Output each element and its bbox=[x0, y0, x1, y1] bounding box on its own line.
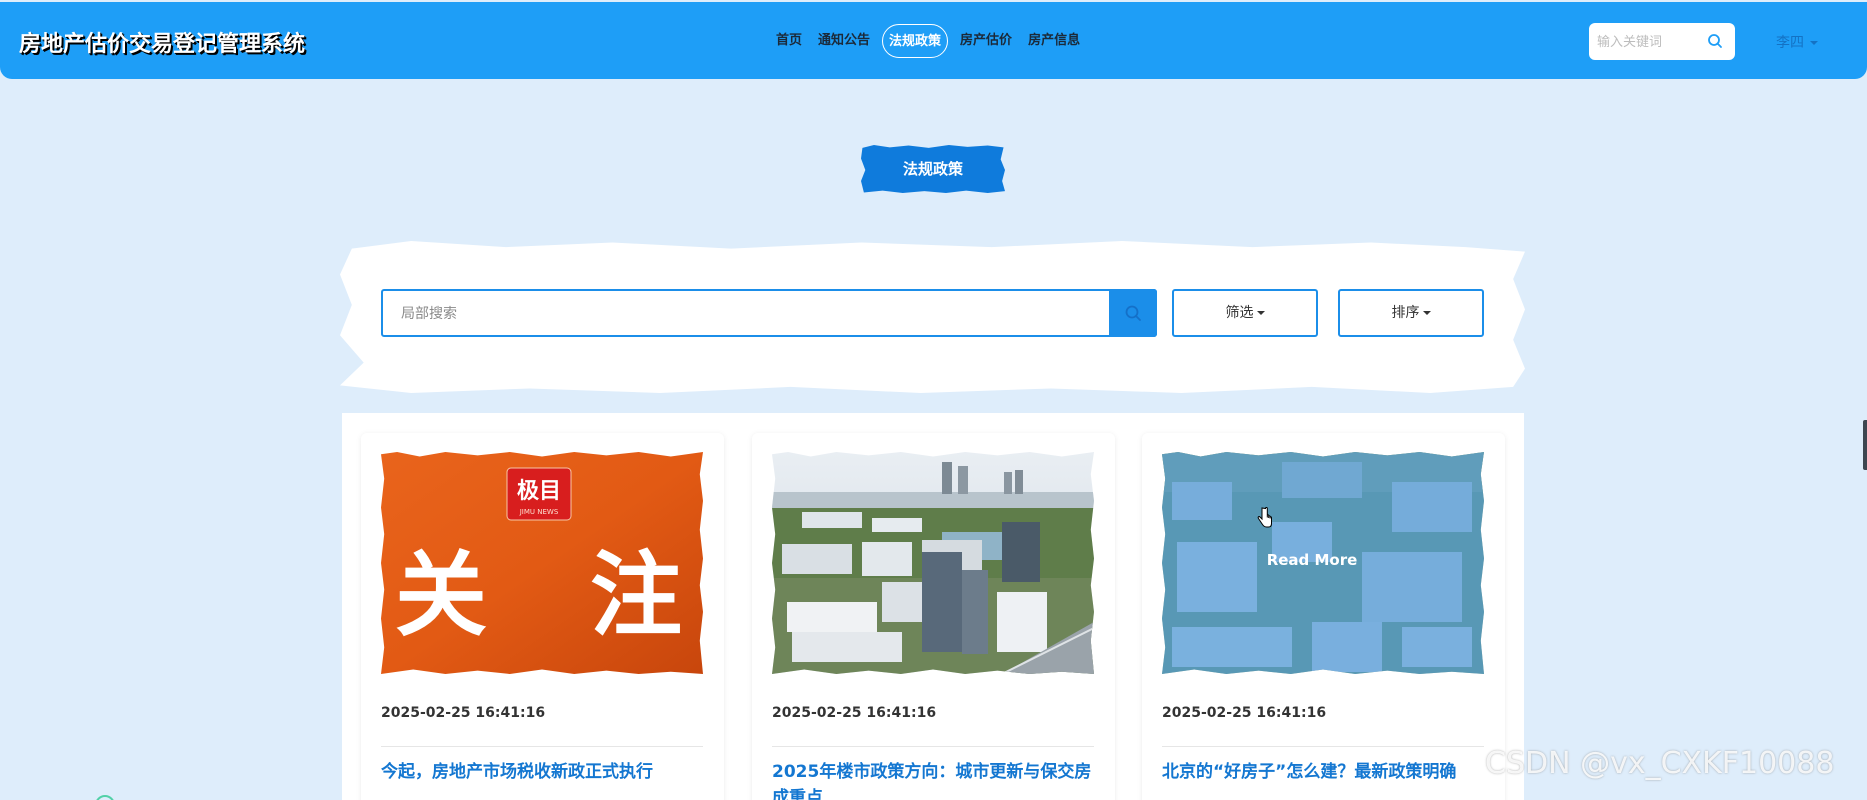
card-thumbnail[interactable]: 极目 JIMU NEWS 关 注 bbox=[381, 452, 703, 674]
user-menu[interactable]: 李四 bbox=[1776, 32, 1818, 52]
headline-char: 注 bbox=[590, 542, 682, 649]
local-search-button[interactable] bbox=[1109, 289, 1157, 337]
headline-char: 关 bbox=[395, 542, 487, 649]
floating-widget[interactable] bbox=[95, 795, 115, 800]
main-nav: 首页 通知公告 法规政策 房产估价 房产信息 bbox=[768, 24, 1088, 58]
section-title-badge: 法规政策 bbox=[861, 145, 1005, 193]
site-title[interactable]: 房地产估价交易登记管理系统 bbox=[19, 26, 305, 58]
nav-item-property-info[interactable]: 房产信息 bbox=[1020, 24, 1088, 58]
top-navbar: 房地产估价交易登记管理系统 首页 通知公告 法规政策 房产估价 房产信息 李四 bbox=[0, 2, 1867, 79]
search-icon bbox=[1125, 305, 1141, 321]
card-thumbnail[interactable] bbox=[772, 452, 1094, 674]
nav-item-notices[interactable]: 通知公告 bbox=[810, 24, 878, 58]
nav-item-valuation[interactable]: 房产估价 bbox=[952, 24, 1020, 58]
card-title[interactable]: 2025年楼市政策方向：城市更新与保交房成重点 bbox=[772, 759, 1094, 800]
card-date: 2025-02-25 16:41:16 bbox=[1162, 705, 1327, 721]
search-icon[interactable] bbox=[1707, 33, 1723, 53]
card-title[interactable]: 今起，房地产市场税收新政正式执行 bbox=[381, 759, 703, 785]
card-date: 2025-02-25 16:41:16 bbox=[381, 705, 546, 721]
sort-dropdown-button[interactable]: 排序 bbox=[1338, 289, 1484, 337]
local-search-box bbox=[381, 289, 1157, 337]
policy-card[interactable]: 极目 JIMU NEWS 关 注 2025-02-25 16:41:16 今起，… bbox=[361, 433, 724, 800]
filter-dropdown-button[interactable]: 筛选 bbox=[1172, 289, 1318, 337]
global-search-input[interactable] bbox=[1597, 32, 1705, 52]
nav-item-home[interactable]: 首页 bbox=[768, 24, 810, 58]
card-thumbnail[interactable]: Read More bbox=[1162, 452, 1484, 674]
user-name: 李四 bbox=[1776, 35, 1804, 51]
filter-label: 筛选 bbox=[1225, 305, 1254, 321]
logo-subtext: JIMU NEWS bbox=[519, 508, 559, 516]
sort-label: 排序 bbox=[1391, 305, 1420, 321]
read-more-label: Read More bbox=[1267, 551, 1358, 569]
card-date: 2025-02-25 16:41:16 bbox=[772, 705, 937, 721]
logo-text: 极目 bbox=[517, 479, 561, 504]
divider bbox=[1162, 746, 1484, 747]
caret-down-icon bbox=[1256, 311, 1265, 315]
chevron-down-icon bbox=[1810, 41, 1818, 45]
hand-cursor-icon bbox=[1257, 507, 1272, 528]
local-search-input[interactable] bbox=[401, 304, 1081, 324]
divider bbox=[772, 746, 1094, 747]
caret-down-icon bbox=[1422, 311, 1431, 315]
watermark-text: CSDN @vx_CXKF10088 bbox=[1485, 746, 1835, 781]
global-search-box bbox=[1589, 23, 1735, 60]
policy-card[interactable]: Read More 2025-02-25 16:41:16 北京的“好房子”怎么… bbox=[1142, 433, 1505, 800]
nav-item-policies[interactable]: 法规政策 bbox=[882, 24, 949, 58]
policy-card[interactable]: 2025-02-25 16:41:16 2025年楼市政策方向：城市更新与保交房… bbox=[752, 433, 1115, 800]
divider bbox=[381, 746, 703, 747]
card-title[interactable]: 北京的“好房子”怎么建？最新政策明确 bbox=[1162, 759, 1484, 785]
scroll-handle[interactable] bbox=[1863, 420, 1867, 470]
